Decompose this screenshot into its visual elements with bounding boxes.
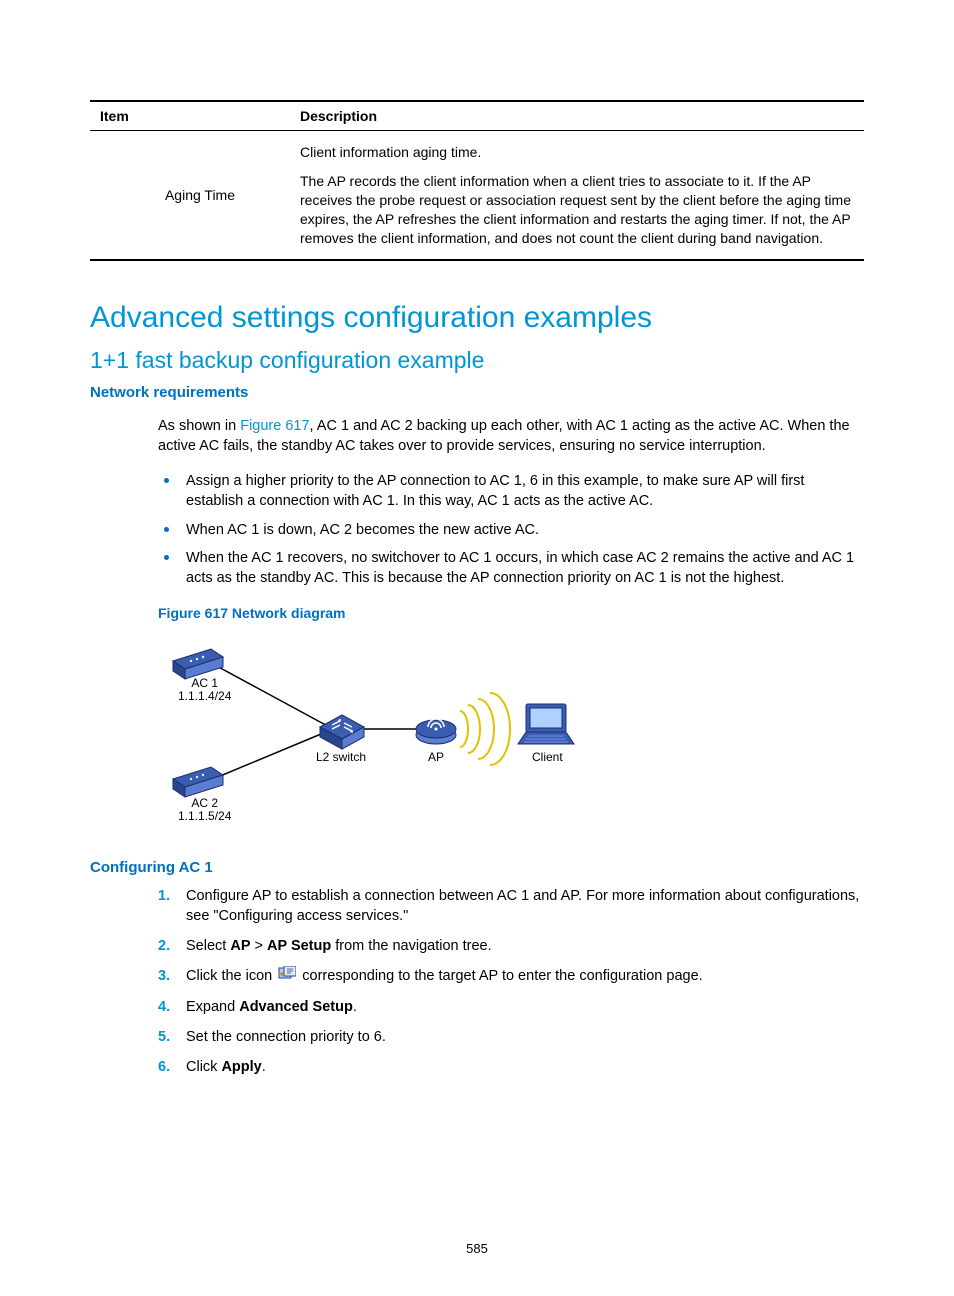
- desc-line-2: The AP records the client information wh…: [300, 172, 854, 248]
- ac2-name: AC 2: [191, 796, 218, 810]
- th-description: Description: [290, 101, 864, 131]
- heading-configuring-ac1: Configuring AC 1: [90, 859, 864, 876]
- step-1: Configure AP to establish a connection b…: [158, 886, 864, 927]
- list-item: When AC 1 is down, AC 2 becomes the new …: [158, 520, 864, 540]
- td-desc-aging-time: Client information aging time. The AP re…: [290, 131, 864, 261]
- s4-advanced-setup: Advanced Setup: [239, 999, 353, 1015]
- figure-reference-link[interactable]: Figure 617: [240, 418, 309, 434]
- s2-mid: >: [251, 938, 268, 954]
- td-item-aging-time: Aging Time: [90, 131, 290, 261]
- ac2-ip: 1.1.1.5/24: [178, 809, 231, 823]
- table-header-row: Item Description: [90, 101, 864, 131]
- s6-post: .: [262, 1059, 266, 1075]
- label-client: Client: [532, 751, 563, 764]
- s3-pre: Click the icon: [186, 968, 276, 984]
- ac1-name: AC 1: [191, 676, 218, 690]
- s6-apply: Apply: [221, 1059, 261, 1075]
- configure-icon: [278, 966, 296, 986]
- s6-pre: Click: [186, 1059, 221, 1075]
- s4-pre: Expand: [186, 999, 239, 1015]
- document-page: Item Description Aging Time Client infor…: [0, 0, 954, 1296]
- desc-line-1: Client information aging time.: [300, 143, 854, 162]
- step-3: Click the icon corresponding to the targ…: [158, 966, 864, 986]
- parameter-table: Item Description Aging Time Client infor…: [90, 100, 864, 261]
- step-4: Expand Advanced Setup.: [158, 997, 864, 1017]
- label-ac2: AC 2 1.1.1.5/24: [178, 797, 231, 823]
- intro-paragraph: As shown in Figure 617, AC 1 and AC 2 ba…: [158, 416, 864, 457]
- network-diagram: AC 1 1.1.1.4/24 AC 2 1.1.1.5/24 L2 switc…: [158, 629, 598, 829]
- table-row: Aging Time Client information aging time…: [90, 131, 864, 261]
- list-item: When the AC 1 recovers, no switchover to…: [158, 548, 864, 589]
- ac1-ip: 1.1.1.4/24: [178, 689, 231, 703]
- step-2: Select AP > AP Setup from the navigation…: [158, 936, 864, 956]
- label-switch: L2 switch: [316, 751, 366, 764]
- heading-network-requirements: Network requirements: [90, 384, 864, 401]
- page-number: 585: [0, 1241, 954, 1256]
- heading-advanced-settings: Advanced settings configuration examples: [90, 301, 864, 335]
- step-5: Set the connection priority to 6.: [158, 1027, 864, 1047]
- s2-pre: Select: [186, 938, 230, 954]
- th-item: Item: [90, 101, 290, 131]
- requirements-list: Assign a higher priority to the AP conne…: [158, 471, 864, 588]
- intro-pre: As shown in: [158, 418, 240, 434]
- step-6: Click Apply.: [158, 1057, 864, 1077]
- s2-post: from the navigation tree.: [331, 938, 491, 954]
- configuration-steps: Configure AP to establish a connection b…: [158, 886, 864, 1078]
- s2-ap-setup: AP Setup: [267, 938, 331, 954]
- s4-post: .: [353, 999, 357, 1015]
- list-item: Assign a higher priority to the AP conne…: [158, 471, 864, 512]
- s3-post: corresponding to the target AP to enter …: [298, 968, 702, 984]
- label-ac1: AC 1 1.1.1.4/24: [178, 677, 231, 703]
- label-ap: AP: [428, 751, 444, 764]
- figure-caption: Figure 617 Network diagram: [158, 605, 864, 621]
- s2-ap: AP: [230, 938, 250, 954]
- heading-fast-backup: 1+1 fast backup configuration example: [90, 347, 864, 374]
